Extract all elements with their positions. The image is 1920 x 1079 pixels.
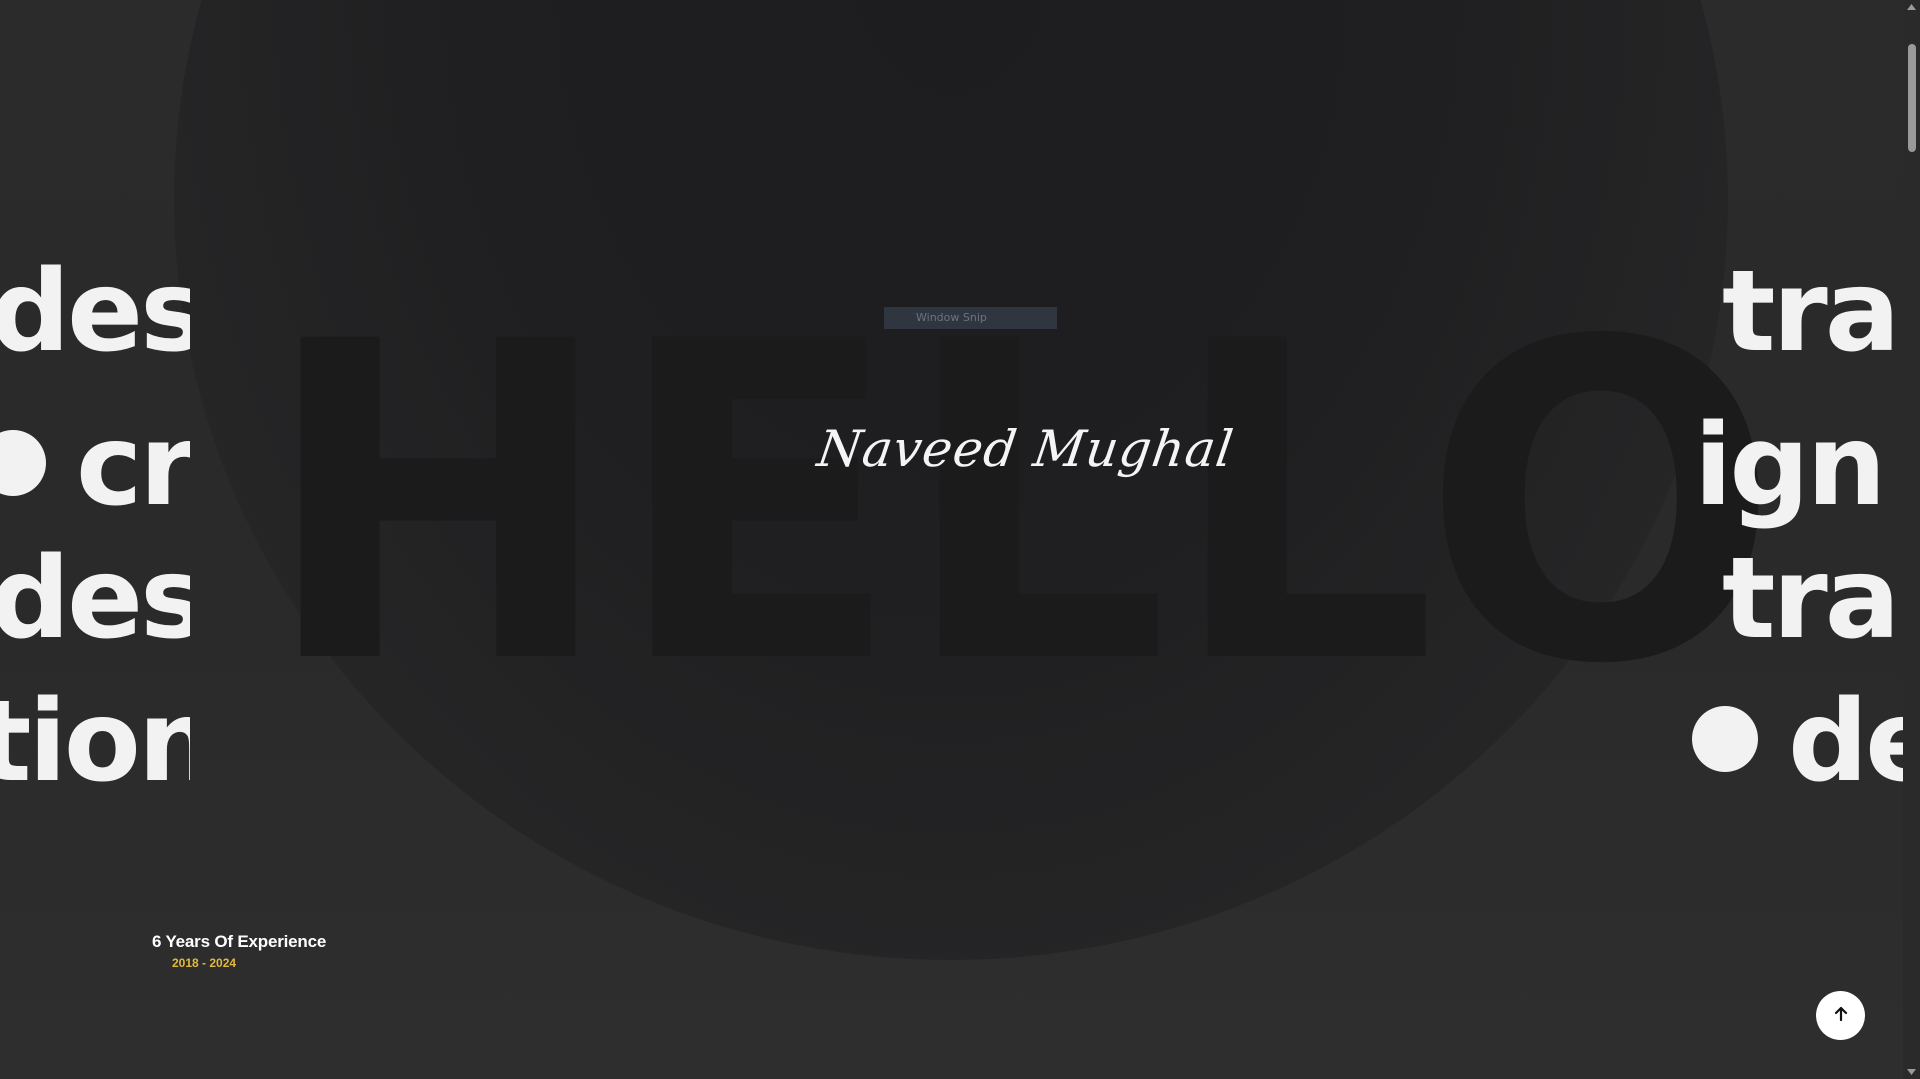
marquee-left: desi cr desi tion [0,0,190,1079]
marquee-right-row-3: tra [1722,534,1900,664]
hello-heading: HELLO [262,250,1780,760]
marquee-left-row-4: tion [0,677,190,807]
scroll-to-top-button[interactable] [1816,991,1865,1040]
marquee-left-row-2: cr [0,410,190,522]
marquee-left-row-1: desi [0,247,190,377]
vertical-scrollbar[interactable] [1903,0,1920,1079]
window-snip-label: Window Snip [884,307,1057,329]
marquee-right-row-4: de [1692,686,1903,798]
marquee-right-row-1: tra [1722,247,1900,377]
marquee-dot [0,430,46,497]
marquee-left-row-3: desi [0,534,190,664]
scroll-up-arrow-icon[interactable] [1903,0,1920,14]
marquee-right-row-2: ign [1694,401,1886,531]
marquee-right-row-4-text: de [1788,677,1903,807]
marquee-left-row-2-text: cr [76,401,190,531]
arrow-up-icon [1833,1006,1849,1025]
signature-name: Naveed Mughal [813,420,1238,478]
marquee-right: tra ign tra de [1692,0,1903,1079]
experience-years: 2018 - 2024 [172,956,237,970]
page-viewport: HELLO desi cr desi tion tra ign tra de W… [0,0,1903,1079]
scrollbar-thumb[interactable] [1908,44,1916,152]
marquee-dot [1692,706,1758,773]
scroll-down-arrow-icon[interactable] [1903,1065,1920,1079]
experience-title: 6 Years Of Experience [152,932,327,951]
